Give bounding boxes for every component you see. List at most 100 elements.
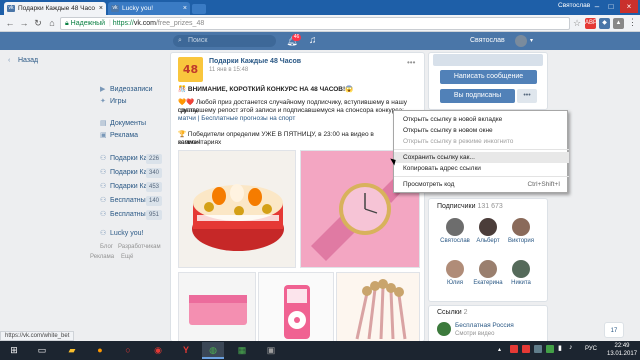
footer-link-developers[interactable]: Разработчикам: [118, 242, 161, 252]
menu-open-incognito: Открыть ссылку в режиме инкогнито: [403, 138, 514, 145]
sidebar-item-games[interactable]: ✦ Игры: [100, 96, 170, 108]
subscriber-name: Юлия: [447, 280, 463, 286]
maximize-button[interactable]: □: [604, 0, 618, 13]
menu-inspect[interactable]: Просмотреть код Ctrl+Shift+I: [394, 179, 569, 190]
extension-icon[interactable]: ◆: [599, 18, 610, 29]
forward-arrow-icon[interactable]: →: [18, 17, 30, 29]
minimize-button[interactable]: –: [590, 0, 604, 13]
firefox-icon[interactable]: ●: [89, 342, 111, 359]
close-tab-icon[interactable]: ×: [183, 2, 187, 15]
prize-photo-wallet[interactable]: [178, 272, 256, 342]
url-field[interactable]: 🔒︎ Надежный | https://vk.com/free_prizes_…: [60, 17, 570, 30]
app-icon[interactable]: ▣: [260, 342, 282, 359]
bookmark-star-icon[interactable]: ☆: [573, 18, 581, 29]
link-item-title[interactable]: Бесплатная Россия: [455, 322, 514, 329]
footer-link-blog[interactable]: Блог: [100, 242, 113, 252]
yandex-icon[interactable]: Y: [175, 342, 197, 359]
subscriber[interactable]: Юлия: [440, 260, 470, 286]
music-icon[interactable]: ♫: [309, 35, 317, 47]
profile-name[interactable]: Святослав: [470, 35, 505, 47]
subscriber-name: Никита: [511, 280, 531, 286]
avatar: [479, 260, 497, 278]
sidebar-item-documents[interactable]: ▤ Документы: [100, 118, 170, 130]
link-avatar[interactable]: [437, 322, 451, 336]
sidebar-item-label: Бесплатные: [110, 197, 150, 204]
browser-tab-active[interactable]: vk Подарки Каждые 48 Часо ×: [4, 2, 106, 15]
subscriber[interactable]: Виктория: [506, 218, 536, 244]
menu-copy-link-address[interactable]: Копировать адрес ссылки: [394, 163, 569, 174]
sidebar-item-lucky[interactable]: ⚇ Lucky you!: [100, 228, 162, 240]
prize-photo-chocolate-cake[interactable]: [178, 150, 296, 268]
search-icon: ⌕: [178, 37, 182, 44]
subscriber[interactable]: Никита: [506, 260, 536, 286]
subscriber[interactable]: Альберт: [473, 218, 503, 244]
clock-date: 13.01.2017: [607, 351, 638, 357]
prize-photo-brushes[interactable]: [336, 272, 420, 342]
documents-icon: ▤: [100, 120, 107, 127]
menu-save-link-as[interactable]: Сохранить ссылку как...: [394, 152, 569, 163]
menu-open-new-window[interactable]: Открыть ссылку в новом окне: [394, 125, 569, 136]
send-message-button[interactable]: Написать сообщение: [440, 70, 537, 84]
links-title[interactable]: Ссылки 2: [437, 309, 468, 316]
chrome-menu-icon[interactable]: ⋮: [628, 17, 637, 28]
post-menu-icon[interactable]: •••: [407, 58, 415, 67]
prize-photo-player[interactable]: [258, 272, 334, 342]
sidebar-item-ads[interactable]: ▣ Реклама: [100, 130, 170, 142]
menu-open-new-tab[interactable]: Открыть ссылку в новой вкладке: [394, 114, 569, 125]
url-host: vk.com: [133, 20, 156, 27]
tray-app-icon[interactable]: [534, 345, 542, 353]
post-author[interactable]: Подарки Каждые 48 Часов: [209, 58, 301, 65]
close-window-button[interactable]: ×: [620, 0, 638, 13]
reload-icon[interactable]: ↻: [32, 17, 44, 29]
avatar[interactable]: [515, 35, 527, 47]
new-tab-button[interactable]: [192, 4, 206, 14]
subscribed-button[interactable]: Вы подписаны: [440, 89, 515, 103]
back-arrow-icon[interactable]: ←: [4, 17, 16, 29]
chat-button[interactable]: 17: [604, 322, 624, 338]
search-input[interactable]: ⌕ Поиск: [173, 35, 276, 47]
tray-app-icon[interactable]: [546, 345, 554, 353]
secure-label: Надежный: [70, 20, 106, 27]
browser-tab[interactable]: vk Lucky you! ×: [108, 2, 190, 15]
post-sponsor-link[interactable]: матчи | Бесплатные прогнозы на спорт: [178, 115, 418, 123]
sidebar-item-label: Назад: [18, 57, 39, 64]
language-indicator[interactable]: РУС: [585, 346, 597, 352]
network-icon[interactable]: ▮: [558, 344, 562, 352]
excel-icon[interactable]: ▦: [231, 342, 253, 359]
subscriber[interactable]: Святослав: [440, 218, 470, 244]
group-avatar[interactable]: 48: [178, 57, 203, 82]
status-bar-url: https://vk.com/white_bet: [0, 331, 75, 341]
sidebar-item-video[interactable]: ▶ Видеозаписи: [100, 84, 170, 96]
mp3-player-image: [259, 273, 333, 341]
close-tab-icon[interactable]: ×: [99, 2, 103, 15]
footer-link-more[interactable]: Ещё: [121, 252, 133, 262]
ads-icon: ▣: [100, 132, 107, 139]
tray-app-icon[interactable]: [510, 345, 518, 353]
wallet-image: [179, 273, 255, 341]
group-cover-strip: [433, 54, 543, 66]
notifications-badge: 46: [292, 34, 301, 41]
volume-icon[interactable]: ♪: [569, 344, 573, 351]
sidebar-item-back[interactable]: ‹ Назад: [8, 55, 158, 67]
tray-app-icon[interactable]: [522, 345, 530, 353]
chrome-icon[interactable]: ◍: [202, 342, 224, 359]
opera-icon[interactable]: ○: [117, 342, 139, 359]
extension-icon[interactable]: ▲: [613, 18, 624, 29]
subscribers-title[interactable]: Подписчики 131 673: [437, 203, 503, 210]
windows-start-icon[interactable]: ⊞: [3, 342, 25, 359]
extension-abp-icon[interactable]: ABP: [585, 18, 597, 29]
menu-separator: [394, 149, 569, 150]
media-icon[interactable]: ◉: [147, 342, 169, 359]
footer-link-ads[interactable]: Реклама: [90, 252, 114, 262]
tray-arrow-icon[interactable]: ▴: [498, 346, 501, 353]
chevron-down-icon[interactable]: ▾: [530, 35, 533, 47]
home-icon[interactable]: ⌂: [46, 17, 58, 29]
browser-user-name[interactable]: Святослав: [558, 2, 590, 9]
folder-icon[interactable]: ▰: [61, 342, 83, 359]
subscriber[interactable]: Екатерина: [473, 260, 503, 286]
explorer-icon[interactable]: ▭: [31, 342, 53, 359]
menu-inspect-shortcut: Ctrl+Shift+I: [527, 181, 560, 188]
more-actions-button[interactable]: •••: [517, 89, 537, 103]
clock[interactable]: 22:49 13.01.2017: [607, 342, 637, 358]
post-date[interactable]: 11 янв в 15:48: [209, 67, 248, 73]
